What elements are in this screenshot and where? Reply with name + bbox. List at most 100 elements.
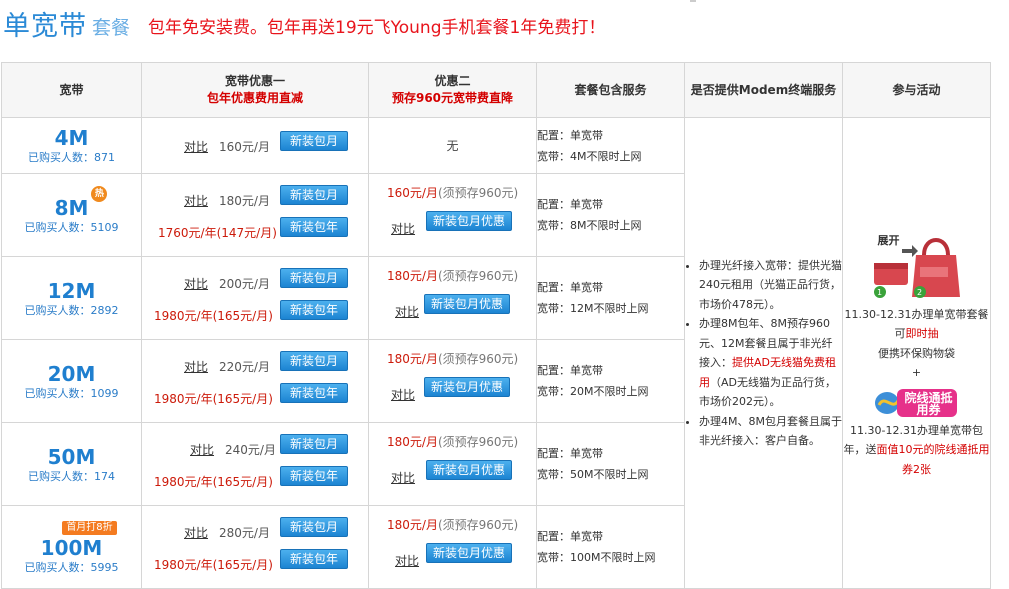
page-header: 单宽带 套餐 包年免安装费。包年再送19元飞Young手机套餐1年免费打！ bbox=[0, 0, 1009, 52]
col-services: 套餐包含服务 bbox=[536, 62, 685, 118]
yearly-price: 1980元/年(165元/月) bbox=[154, 558, 273, 572]
plus-sign: + bbox=[911, 366, 922, 380]
compare-link[interactable]: 对比 bbox=[184, 358, 208, 375]
first-month-badge: 首月打8折 bbox=[62, 521, 117, 535]
new-monthly-promo-button[interactable]: 新装包月优惠 bbox=[426, 211, 512, 231]
config-text: 配置：单宽带 bbox=[537, 447, 603, 460]
activity-highlight: 面值10元的院线通抵用券2张 bbox=[876, 443, 990, 476]
buyers-count: 已购买人数：1099 bbox=[24, 386, 119, 400]
modem-item: 办理8M包年、8M预存960元、12M套餐且属于非光纤接入：提供AD无线猫免费租… bbox=[699, 314, 842, 412]
speed-cell: 4M 已购买人数：871 bbox=[1, 117, 142, 174]
compare-link[interactable]: 对比 bbox=[190, 441, 214, 458]
compare-link[interactable]: 对比 bbox=[184, 138, 208, 155]
compare-link[interactable]: 对比 bbox=[184, 192, 208, 209]
bandwidth-text: 宽带：100M不限时上网 bbox=[537, 551, 656, 564]
offer2-price: 180元/月 bbox=[387, 269, 438, 283]
col-activity: 参与活动 bbox=[842, 62, 991, 118]
table-header-row: 宽带 宽带优惠一 包年优惠费用直减 优惠二 预存960元宽带费直降 套餐包含服务 是… bbox=[1, 62, 991, 118]
new-yearly-button[interactable]: 新装包年 bbox=[280, 466, 348, 486]
offer2-cell: 180元/月(须预存960元) 对比 新装包月优惠 bbox=[368, 339, 537, 423]
new-monthly-button[interactable]: 新装包月 bbox=[280, 434, 348, 454]
prepay-note: (须预存960元) bbox=[437, 269, 519, 283]
bandwidth-text: 宽带：8M不限时上网 bbox=[537, 219, 642, 232]
compare-link[interactable]: 对比 bbox=[184, 275, 208, 292]
svg-text:1: 1 bbox=[877, 288, 882, 297]
services-cell: 配置：单宽带 宽带：20M不限时上网 bbox=[536, 339, 685, 423]
monthly-price: 280元/月 bbox=[219, 526, 270, 540]
buyers-count: 已购买人数：5995 bbox=[24, 561, 119, 574]
new-monthly-button[interactable]: 新装包月 bbox=[280, 185, 348, 205]
bandwidth-text: 宽带：50M不限时上网 bbox=[537, 468, 649, 481]
hot-badge: 热 bbox=[91, 185, 108, 202]
modem-item: 办理4M、8M包月套餐且属于非光纤接入：客户自备。 bbox=[699, 412, 842, 451]
first-month-badge-wrap: 首月打8折 bbox=[2, 519, 141, 536]
new-monthly-button[interactable]: 新装包月 bbox=[280, 131, 348, 151]
prepay-note: (须预存960元) bbox=[437, 352, 519, 366]
monthly-price: 160元/月 bbox=[219, 140, 270, 154]
new-monthly-promo-button[interactable]: 新装包月优惠 bbox=[424, 377, 510, 397]
offer2-price-line: 180元/月(须预存960元) bbox=[387, 433, 518, 450]
yearly-price: 1980元/年(165元/月) bbox=[154, 309, 273, 323]
col-offer1: 宽带优惠一 包年优惠费用直减 bbox=[141, 62, 369, 118]
new-monthly-promo-button[interactable]: 新装包月优惠 bbox=[424, 294, 510, 314]
page-subtitle: 套餐 bbox=[92, 17, 131, 39]
offer1-cell: 对比 280元/月 新装包月 1980元/年(165元/月) 新装包年 bbox=[141, 505, 369, 589]
shopping-bag-image[interactable]: 1 2 展开 bbox=[872, 227, 962, 305]
offer2-price: 180元/月 bbox=[387, 435, 438, 449]
offer2-price-line: 160元/月(须预存960元) bbox=[387, 184, 518, 201]
services-cell: 配置：单宽带 宽带：8M不限时上网 bbox=[536, 173, 685, 257]
config-text: 配置：单宽带 bbox=[537, 281, 603, 294]
coupon-logo-image[interactable]: 院线通抵用券 bbox=[873, 383, 961, 421]
compare-link[interactable]: 对比 bbox=[391, 469, 415, 486]
speed-text: 8M bbox=[54, 195, 89, 220]
compare-link[interactable]: 对比 bbox=[391, 386, 415, 403]
table-row: 4M 已购买人数：871 对比 160元/月 新装包月 无 配置：单宽带 宽带：4… bbox=[1, 117, 991, 589]
new-monthly-button[interactable]: 新装包月 bbox=[280, 517, 348, 537]
monthly-price: 240元/月 bbox=[225, 443, 276, 457]
page-title: 单宽带 bbox=[3, 11, 87, 42]
new-monthly-button[interactable]: 新装包月 bbox=[280, 268, 348, 288]
config-text: 配置：单宽带 bbox=[537, 128, 603, 142]
services-cell: 配置：单宽带 宽带：12M不限时上网 bbox=[536, 256, 685, 340]
offer2-price-line: 180元/月(须预存960元) bbox=[387, 350, 518, 367]
speed-label: 20M bbox=[47, 361, 96, 386]
yearly-price: 1760元/年(147元/月) bbox=[158, 226, 277, 240]
offer1-title: 宽带优惠一 bbox=[224, 74, 285, 88]
compare-link[interactable]: 对比 bbox=[184, 524, 208, 541]
activity-highlight: 即时抽 bbox=[905, 327, 939, 341]
new-yearly-button[interactable]: 新装包年 bbox=[280, 383, 348, 403]
yearly-price: 1980元/年(165元/月) bbox=[154, 392, 273, 406]
services-cell: 配置：单宽带宽带：50M不限时上网 bbox=[536, 422, 685, 506]
speed-label: 100M bbox=[40, 536, 103, 560]
compare-link[interactable]: 对比 bbox=[391, 220, 415, 237]
offer2-title: 优惠二 bbox=[434, 74, 471, 88]
compare-link[interactable]: 对比 bbox=[395, 303, 419, 320]
coupon-logo-text: 院线通抵用券 bbox=[904, 390, 953, 417]
new-yearly-button[interactable]: 新装包年 bbox=[280, 217, 348, 237]
expand-label: 展开 bbox=[877, 233, 900, 247]
col-bandwidth: 宽带 bbox=[1, 62, 142, 118]
divider bbox=[690, 0, 696, 2]
speed-label: 50M bbox=[47, 444, 96, 469]
modem-cell: 办理光纤接入宽带：提供光猫240元租用（光猫正品行货，市场价478元）。 办理8… bbox=[684, 117, 843, 589]
offer1-cell: 对比 220元/月 新装包月 1980元/年(165元/月) 新装包年 bbox=[141, 339, 369, 423]
new-monthly-promo-button[interactable]: 新装包月优惠 bbox=[426, 543, 512, 563]
compare-link[interactable]: 对比 bbox=[395, 552, 419, 569]
offer2-none: 无 bbox=[368, 117, 537, 174]
speed-cell: 20M 已购买人数：1099 bbox=[1, 339, 142, 423]
speed-cell: 12M 已购买人数：2892 bbox=[1, 256, 142, 340]
activity-cell: 1 2 展开 11.30-12.31办理单宽带套餐可即时抽 便携环保购物袋 + … bbox=[842, 117, 991, 589]
yearly-price: 1980元/年(165元/月) bbox=[154, 475, 273, 489]
monthly-price: 220元/月 bbox=[219, 360, 270, 374]
activity-line2: 便携环保购物袋 bbox=[878, 346, 955, 360]
new-monthly-promo-button[interactable]: 新装包月优惠 bbox=[426, 460, 512, 480]
offer2-subtitle: 预存960元宽带费直降 bbox=[391, 91, 514, 105]
offer1-cell: 对比 180元/月 新装包月 1760元/年(147元/月) 新装包年 bbox=[141, 173, 369, 257]
new-yearly-button[interactable]: 新装包年 bbox=[280, 549, 348, 569]
new-yearly-button[interactable]: 新装包年 bbox=[280, 300, 348, 320]
offer2-price: 180元/月 bbox=[387, 352, 438, 366]
prepay-note: (须预存960元) bbox=[437, 518, 519, 532]
new-monthly-button[interactable]: 新装包月 bbox=[280, 351, 348, 371]
monthly-price: 180元/月 bbox=[219, 194, 270, 208]
offer2-cell: 180元/月(须预存960元) 对比 新装包月优惠 bbox=[368, 256, 537, 340]
